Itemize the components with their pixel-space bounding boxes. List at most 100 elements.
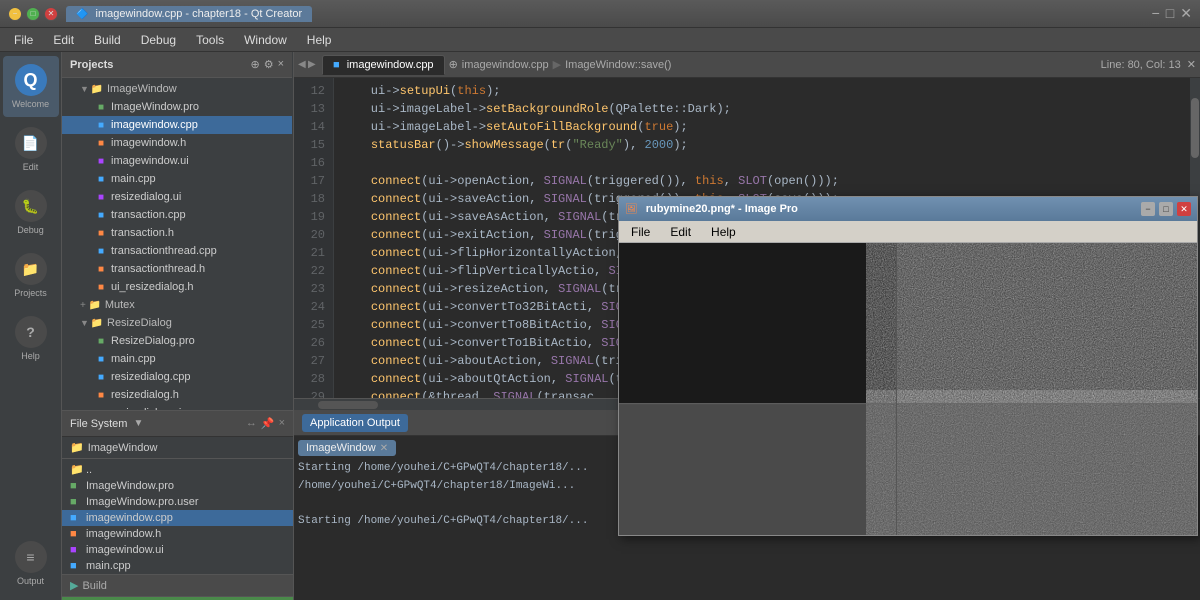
sidebar-label-help: Help (21, 351, 40, 361)
help-icon: ? (15, 316, 47, 348)
tree-label: ResizeDialog (107, 317, 172, 329)
file-item-main[interactable]: ■ main.cpp (62, 558, 293, 574)
project-panel-header: Projects ⊕ ⚙ × (62, 52, 292, 78)
project-panel-icons[interactable]: ⊕ ⚙ × (250, 58, 284, 71)
viewer-minimize-btn[interactable]: − (1141, 202, 1155, 216)
sidebar-item-debug[interactable]: 🐛 Debug (3, 182, 59, 243)
build-progress (62, 596, 293, 600)
tree-item-imagewindow-cpp[interactable]: ■ imagewindow.cpp (62, 116, 292, 134)
tree-item-resizedialog[interactable]: ▼ 📁 ResizeDialog (62, 314, 292, 332)
tree-item-transactionthread-cpp[interactable]: ■ transactionthread.cpp (62, 242, 292, 260)
h-file-icon: ■ (94, 136, 108, 150)
tree-label: ui_resizedialog.h (111, 281, 194, 293)
file-system-root: 📁 ImageWindow (62, 437, 293, 459)
pro-icon-fs: ■ (70, 480, 82, 492)
nav-fwd-icon[interactable]: ▶ (308, 59, 314, 70)
output-subtab[interactable]: ImageWindow ✕ (298, 440, 396, 456)
viewer-maximize-btn[interactable]: □ (1159, 202, 1173, 216)
menu-bar: File Edit Build Debug Tools Window Help (0, 28, 1200, 52)
minimize-button[interactable]: − (8, 7, 22, 21)
title-minimize-icon[interactable]: − (1152, 5, 1160, 22)
editor-tab-main[interactable]: ■ imagewindow.cpp (322, 55, 445, 75)
viewer-menu-help[interactable]: Help (703, 223, 744, 241)
h-file-icon3: ■ (94, 262, 108, 276)
tree-label: ImageWindow (107, 83, 177, 95)
project-settings-icon[interactable]: ⚙ (264, 58, 274, 71)
file-system-sync-icon[interactable]: ↔ (246, 417, 257, 430)
menu-file[interactable]: File (4, 30, 43, 50)
project-tree: ▼ 📁 ImageWindow ■ ImageWindow.pro ■ imag… (62, 78, 292, 410)
tree-label: resizedialog.h (111, 389, 179, 401)
viewer-close-btn[interactable]: ✕ (1177, 202, 1191, 216)
output-tab-main[interactable]: Application Output (302, 414, 408, 432)
maximize-button[interactable]: □ (26, 7, 40, 21)
file-system-icons[interactable]: ↔ 📌 × (246, 417, 285, 430)
tree-item-imagewindow-ui[interactable]: ■ imagewindow.ui (62, 152, 292, 170)
file-item-ui[interactable]: ■ imagewindow.ui (62, 542, 293, 558)
tree-item-resizedialog-cpp[interactable]: ■ resizedialog.cpp (62, 368, 292, 386)
sidebar-label-welcome: Welcome (12, 99, 49, 109)
scrollbar-thumb[interactable] (1191, 98, 1199, 158)
sidebar-item-welcome[interactable]: Q Welcome (3, 56, 59, 117)
title-close-icon[interactable]: ✕ (1180, 5, 1192, 22)
output-subtab-close[interactable]: ✕ (380, 443, 388, 454)
tree-item-main-cpp[interactable]: ■ main.cpp (62, 170, 292, 188)
file-system-pin-icon[interactable]: 📌 (261, 417, 275, 430)
build-button[interactable]: ▶ Build (62, 574, 293, 596)
window-controls[interactable]: − □ ✕ (8, 7, 58, 21)
tree-item-transaction-cpp[interactable]: ■ transaction.cpp (62, 206, 292, 224)
welcome-icon: Q (15, 64, 47, 96)
h-file-icon2: ■ (94, 226, 108, 240)
tree-item-imagewindow[interactable]: ▼ 📁 ImageWindow (62, 80, 292, 98)
tree-item-ui-resizedialog-h[interactable]: ■ ui_resizedialog.h (62, 278, 292, 296)
nav-back-icon[interactable]: ◀ (298, 59, 304, 70)
file-item-h[interactable]: ■ imagewindow.h (62, 526, 293, 542)
h-file-icon5: ■ (94, 388, 108, 402)
sidebar-item-help[interactable]: ? Help (3, 308, 59, 369)
file-system-close-icon[interactable]: × (279, 417, 285, 430)
menu-debug[interactable]: Debug (131, 30, 186, 50)
title-maximize-icon[interactable]: □ (1166, 5, 1174, 22)
file-item-dotdot[interactable]: 📁 .. (62, 461, 293, 478)
tree-item-imagewindow-h[interactable]: ■ imagewindow.h (62, 134, 292, 152)
title-tab-main[interactable]: 🔷 imagewindow.cpp - chapter18 - Qt Creat… (66, 6, 312, 22)
viewer-menu-edit[interactable]: Edit (662, 223, 699, 241)
h-scrollbar-thumb[interactable] (318, 401, 378, 409)
user-icon-fs: ■ (70, 496, 82, 508)
tree-item-transactionthread-h[interactable]: ■ transactionthread.h (62, 260, 292, 278)
close-button[interactable]: ✕ (44, 7, 58, 21)
tree-item-resizedialog-ui[interactable]: ■ resizedialog.ui (62, 188, 292, 206)
title-tabs: 🔷 imagewindow.cpp - chapter18 - Qt Creat… (66, 6, 312, 22)
tree-item-resizedialog-pro[interactable]: ■ ResizeDialog.pro (62, 332, 292, 350)
folder-icon-fs: 📁 (70, 441, 84, 454)
menu-edit[interactable]: Edit (43, 30, 84, 50)
file-item-cpp[interactable]: ■ imagewindow.cpp (62, 510, 293, 526)
menu-build[interactable]: Build (84, 30, 131, 50)
tree-item-mutex[interactable]: + 📁 Mutex (62, 296, 292, 314)
viewer-image (619, 243, 1197, 535)
project-close-icon[interactable]: × (278, 58, 284, 71)
file-item-prouser[interactable]: ■ ImageWindow.pro.user (62, 494, 293, 510)
viewer-menu: File Edit Help (619, 221, 1197, 243)
cpp-icon-fs2: ■ (70, 560, 82, 572)
menu-help[interactable]: Help (297, 30, 342, 50)
tree-item-transaction-h[interactable]: ■ transaction.h (62, 224, 292, 242)
viewer-title: rubymine20.png* - Image Pro (646, 203, 1137, 215)
menu-window[interactable]: Window (234, 30, 297, 50)
file-item-pro[interactable]: ■ ImageWindow.pro (62, 478, 293, 494)
tree-item-resizedialog-h[interactable]: ■ resizedialog.h (62, 386, 292, 404)
viewer-menu-file[interactable]: File (623, 223, 658, 241)
sidebar-item-output[interactable]: ≡ Output (3, 533, 59, 594)
tree-item-main-cpp2[interactable]: ■ main.cpp (62, 350, 292, 368)
sidebar-item-projects[interactable]: 📁 Projects (3, 245, 59, 306)
editor-close-icon[interactable]: ✕ (1187, 58, 1196, 71)
project-filter-icon[interactable]: ⊕ (250, 58, 259, 71)
file-system-dropdown-icon[interactable]: ▼ (133, 418, 143, 429)
sidebar-item-edit[interactable]: 📄 Edit (3, 119, 59, 180)
breadcrumb-file: imagewindow.cpp (462, 59, 549, 71)
file-system-header: File System ▼ ↔ 📌 × (62, 411, 293, 437)
editor-breadcrumb: ⊕ imagewindow.cpp ▶ ImageWindow::save() (449, 58, 672, 71)
viewer-controls[interactable]: − □ ✕ (1141, 202, 1191, 216)
tree-item-pro[interactable]: ■ ImageWindow.pro (62, 98, 292, 116)
menu-tools[interactable]: Tools (186, 30, 234, 50)
